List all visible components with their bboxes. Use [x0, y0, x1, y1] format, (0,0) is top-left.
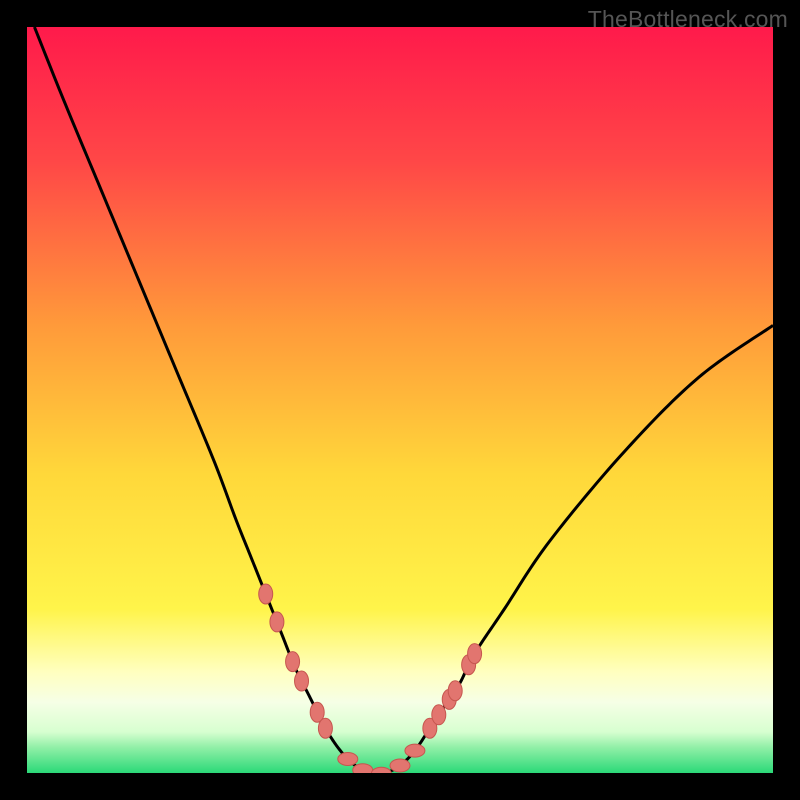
- curve-layer: [27, 27, 773, 773]
- bead: [405, 744, 425, 757]
- bead: [318, 718, 332, 738]
- watermark: TheBottleneck.com: [588, 6, 788, 33]
- bead: [371, 767, 391, 773]
- bead: [259, 584, 273, 604]
- bead: [390, 759, 410, 772]
- bead: [270, 612, 284, 632]
- beads-group: [259, 584, 482, 773]
- bead: [468, 644, 482, 664]
- bead: [338, 753, 358, 766]
- plot-area: [27, 27, 773, 773]
- chart-stage: TheBottleneck.com: [0, 0, 800, 800]
- bead: [286, 652, 300, 672]
- bead: [448, 681, 462, 701]
- bead: [295, 671, 309, 691]
- bottleneck-curve: [34, 27, 773, 773]
- bead: [432, 705, 446, 725]
- bead: [353, 764, 373, 773]
